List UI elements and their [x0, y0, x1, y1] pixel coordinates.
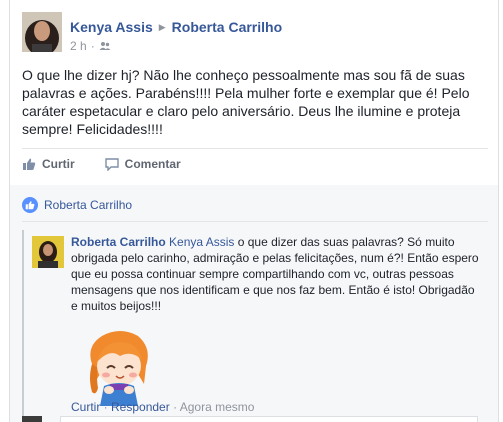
- comment-label: Comentar: [124, 157, 181, 171]
- like-badge-icon: [22, 197, 38, 213]
- comment-bubble-icon: [104, 158, 119, 171]
- like-label: Curtir: [42, 157, 75, 171]
- likes-summary: Roberta Carrilho: [22, 197, 132, 213]
- likes-name-link[interactable]: Roberta Carrilho: [44, 198, 132, 212]
- triangle-right-icon: ▶: [158, 22, 166, 32]
- comment-author-link[interactable]: Roberta Carrilho: [71, 235, 166, 249]
- thumbs-up-icon: [23, 158, 36, 170]
- post-time[interactable]: 2 h: [70, 39, 87, 53]
- post-text: O que lhe dizer hj? Não lhe conheço pess…: [22, 67, 470, 137]
- thumbs-up-small-icon: [25, 201, 35, 210]
- comment-actions: Curtir · Responder · Agora mesmo: [71, 400, 255, 414]
- author-avatar[interactable]: [22, 12, 62, 52]
- girl-sticker-icon: [90, 331, 148, 406]
- author-photo-icon: [22, 12, 62, 52]
- write-comment-input[interactable]: [60, 416, 478, 422]
- divider: [22, 148, 488, 149]
- comment-thread-bar: [22, 230, 24, 420]
- like-button[interactable]: Curtir: [22, 157, 75, 171]
- sticker-image: [80, 326, 158, 406]
- comment-reply-link[interactable]: Responder: [111, 400, 170, 414]
- post-meta: 2 h ·: [70, 39, 111, 53]
- post-recipient-link[interactable]: Roberta Carrilho: [172, 19, 282, 35]
- commenter-avatar[interactable]: [32, 236, 64, 268]
- comment-time[interactable]: Agora mesmo: [180, 400, 255, 414]
- comment-body: Roberta Carrilho Kenya Assis o que dizer…: [71, 234, 481, 314]
- comment-tag-link[interactable]: Kenya Assis: [169, 235, 234, 249]
- post-author-link[interactable]: Kenya Assis: [70, 19, 153, 35]
- reactions-area: Roberta Carrilho Roberta Carrilho Kenya …: [10, 185, 498, 422]
- next-comment-avatar[interactable]: [22, 416, 42, 422]
- post-header: Kenya Assis ▶ Roberta Carrilho 2 h ·: [22, 12, 487, 58]
- post-names: Kenya Assis ▶ Roberta Carrilho: [70, 19, 282, 35]
- comment-button[interactable]: Comentar: [104, 157, 181, 171]
- dot-separator: ·: [90, 39, 95, 53]
- friends-audience-icon[interactable]: [99, 40, 111, 52]
- post-card: Kenya Assis ▶ Roberta Carrilho 2 h · O que…: [9, 0, 499, 422]
- divider: [22, 221, 488, 222]
- commenter-photo-icon: [32, 236, 64, 268]
- post-actions: Curtir Comentar: [22, 157, 181, 171]
- comment-like-link[interactable]: Curtir: [71, 400, 100, 414]
